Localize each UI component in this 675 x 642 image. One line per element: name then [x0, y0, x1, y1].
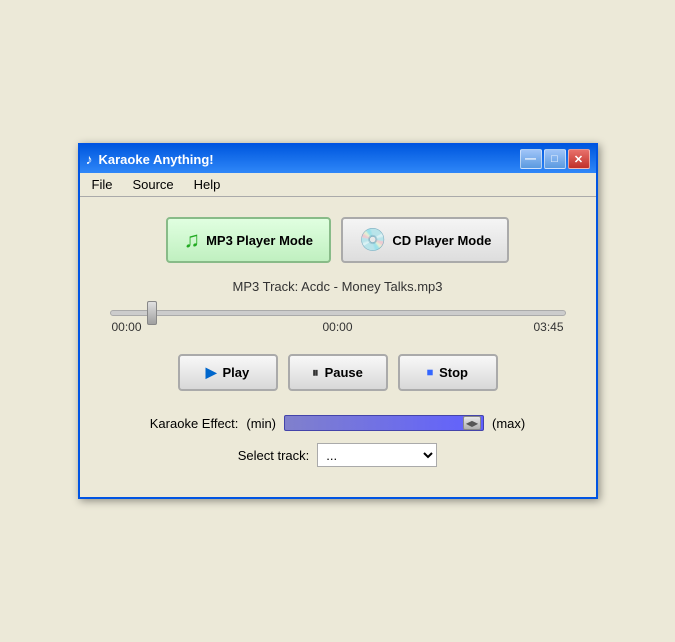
- cd-player-mode-button[interactable]: 💿 CD Player Mode: [341, 217, 509, 263]
- time-end: 03:45: [533, 320, 563, 334]
- time-start: 00:00: [112, 320, 142, 334]
- main-window: ♪ Karaoke Anything! — □ ✕ File Source He…: [78, 143, 598, 499]
- progress-track[interactable]: [110, 310, 566, 316]
- menu-help[interactable]: Help: [186, 175, 229, 194]
- stop-button[interactable]: ⏹ Stop: [398, 354, 498, 391]
- progress-section: 00:00 00:00 03:45: [110, 310, 566, 334]
- karaoke-section: Karaoke Effect: (min) ◀▶ (max) Select tr…: [110, 415, 566, 467]
- close-button[interactable]: ✕: [568, 149, 590, 169]
- pause-label: Pause: [325, 365, 363, 380]
- mp3-player-mode-button[interactable]: ♫ MP3 Player Mode: [166, 217, 331, 263]
- play-button[interactable]: ▶ Play: [178, 354, 278, 391]
- select-track-row: Select track: ...: [238, 443, 438, 467]
- transport-buttons: ▶ Play ⏸ Pause ⏹ Stop: [178, 354, 498, 391]
- menu-bar: File Source Help: [80, 173, 596, 197]
- maximize-button[interactable]: □: [544, 149, 566, 169]
- progress-thumb[interactable]: [147, 301, 157, 325]
- karaoke-effect-row: Karaoke Effect: (min) ◀▶ (max): [150, 415, 525, 431]
- music-note-icon: ♫: [184, 227, 201, 253]
- stop-icon: ⏹: [427, 365, 433, 380]
- time-labels: 00:00 00:00 03:45: [110, 320, 566, 334]
- title-bar-buttons: — □ ✕: [520, 149, 590, 169]
- karaoke-slider-thumb[interactable]: ◀▶: [463, 416, 481, 430]
- track-select[interactable]: ...: [317, 443, 437, 467]
- mode-buttons: ♫ MP3 Player Mode 💿 CD Player Mode: [166, 217, 510, 263]
- title-bar: ♪ Karaoke Anything! — □ ✕: [80, 145, 596, 173]
- mp3-mode-label: MP3 Player Mode: [206, 233, 313, 248]
- pause-icon: ⏸: [312, 365, 319, 381]
- karaoke-max-label: (max): [492, 416, 525, 431]
- karaoke-min-label: (min): [246, 416, 276, 431]
- window-title: Karaoke Anything!: [99, 152, 214, 167]
- cd-icon: 💿: [359, 227, 386, 253]
- pause-button[interactable]: ⏸ Pause: [288, 354, 388, 391]
- menu-file[interactable]: File: [84, 175, 121, 194]
- karaoke-slider-container: ◀▶: [284, 415, 484, 431]
- karaoke-slider-track[interactable]: ◀▶: [284, 415, 484, 431]
- app-icon: ♪: [86, 151, 93, 167]
- karaoke-effect-label: Karaoke Effect:: [150, 416, 239, 431]
- main-content: ♫ MP3 Player Mode 💿 CD Player Mode MP3 T…: [80, 197, 596, 497]
- stop-label: Stop: [439, 365, 468, 380]
- track-label: MP3 Track: Acdc - Money Talks.mp3: [233, 279, 443, 294]
- menu-source[interactable]: Source: [124, 175, 181, 194]
- title-bar-left: ♪ Karaoke Anything!: [86, 151, 214, 167]
- minimize-button[interactable]: —: [520, 149, 542, 169]
- cd-mode-label: CD Player Mode: [392, 233, 491, 248]
- play-icon: ▶: [206, 364, 217, 381]
- select-track-label: Select track:: [238, 448, 310, 463]
- play-label: Play: [223, 365, 250, 380]
- time-middle: 00:00: [322, 320, 352, 334]
